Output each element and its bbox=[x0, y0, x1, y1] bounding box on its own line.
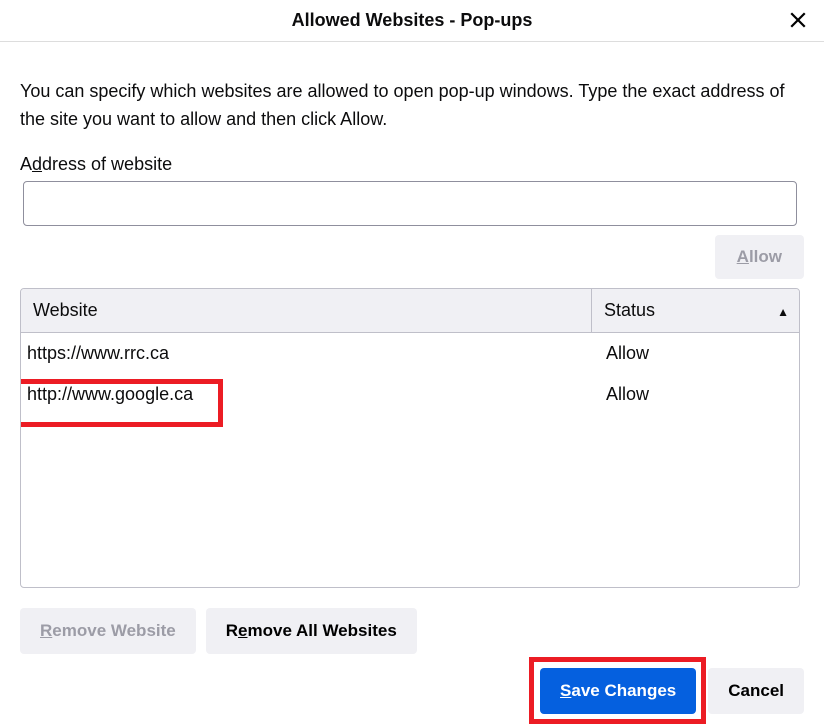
dialog-header: Allowed Websites - Pop-ups bbox=[0, 0, 824, 42]
cell-website: http://www.google.ca bbox=[21, 384, 592, 405]
cell-website: https://www.rrc.ca bbox=[21, 343, 592, 364]
highlight-box bbox=[20, 379, 223, 427]
table-header: Website Status ▲ bbox=[21, 289, 799, 333]
remove-website-button[interactable]: Remove Website bbox=[20, 608, 196, 654]
column-status[interactable]: Status ▲ bbox=[592, 289, 799, 332]
close-button[interactable] bbox=[782, 4, 814, 36]
cancel-button[interactable]: Cancel bbox=[708, 668, 804, 714]
highlight-box bbox=[529, 657, 706, 724]
close-icon bbox=[789, 11, 807, 29]
websites-table: Website Status ▲ https://www.rrc.ca Allo… bbox=[20, 288, 800, 588]
table-row[interactable]: http://www.google.ca Allow bbox=[21, 374, 799, 415]
column-website[interactable]: Website bbox=[21, 289, 592, 332]
sort-indicator-icon: ▲ bbox=[777, 305, 789, 319]
cell-status: Allow bbox=[592, 343, 799, 364]
footer-row: Save Changes Cancel bbox=[20, 668, 804, 714]
address-input[interactable] bbox=[23, 181, 797, 226]
address-label: Address of website bbox=[20, 154, 804, 175]
description-text: You can specify which websites are allow… bbox=[20, 78, 804, 134]
actions-row: Remove Website Remove All Websites bbox=[20, 608, 804, 654]
cell-status: Allow bbox=[592, 384, 799, 405]
remove-all-websites-button[interactable]: Remove All Websites bbox=[206, 608, 417, 654]
allow-button[interactable]: Allow bbox=[715, 235, 804, 279]
dialog-content: You can specify which websites are allow… bbox=[0, 78, 824, 714]
table-row[interactable]: https://www.rrc.ca Allow bbox=[21, 333, 799, 374]
dialog-title: Allowed Websites - Pop-ups bbox=[292, 10, 533, 31]
